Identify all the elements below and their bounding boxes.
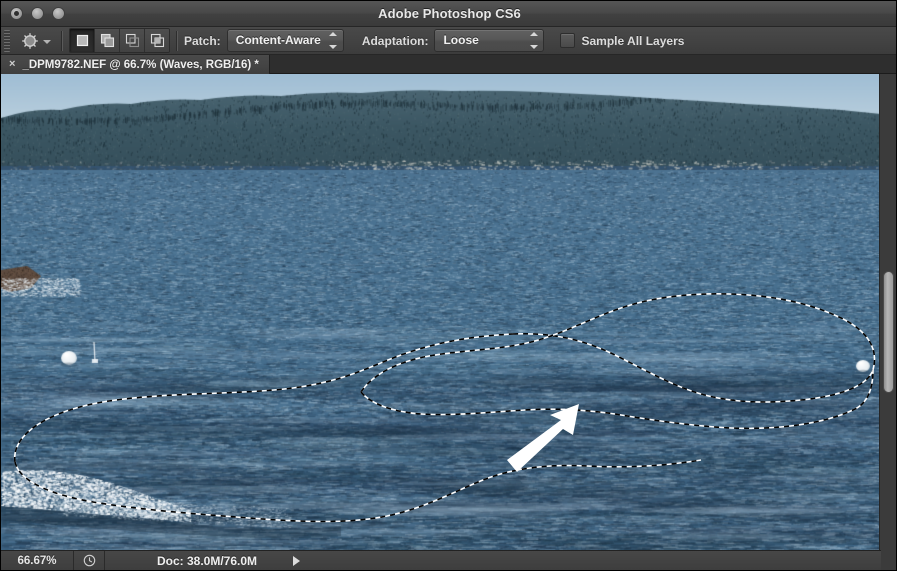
options-bar-grip[interactable] bbox=[4, 30, 10, 52]
tool-preset-picker[interactable] bbox=[14, 31, 55, 51]
document-tab-bar: × _DPM9782.NEF @ 66.7% (Waves, RGB/16) * bbox=[1, 55, 897, 74]
zoom-level-field[interactable]: 66.67% bbox=[1, 551, 74, 571]
stepper-icon bbox=[329, 32, 338, 49]
document-tab[interactable]: × _DPM9782.NEF @ 66.7% (Waves, RGB/16) * bbox=[1, 55, 270, 74]
adaptation-value: Loose bbox=[435, 30, 500, 51]
patch-label: Patch: bbox=[184, 34, 221, 48]
adaptation-select[interactable]: Loose bbox=[434, 29, 544, 52]
intersect-with-selection-button[interactable] bbox=[145, 29, 169, 52]
window-controls bbox=[10, 7, 65, 20]
vertical-scrollbar[interactable] bbox=[879, 74, 896, 552]
photo-seascape bbox=[1, 74, 881, 552]
options-divider-2 bbox=[176, 31, 178, 51]
vertical-scrollbar-thumb[interactable] bbox=[883, 271, 894, 393]
sample-all-layers-control[interactable]: Sample All Layers bbox=[560, 33, 684, 48]
subtract-from-selection-button[interactable] bbox=[120, 29, 145, 52]
patch-mode-select[interactable]: Content-Aware bbox=[227, 29, 344, 52]
options-bar: Patch: Content-Aware Adaptation: Loose S… bbox=[1, 27, 897, 55]
add-to-selection-button[interactable] bbox=[95, 29, 120, 52]
photoshop-window: Adobe Photoshop CS6 Patch: Content-Aware… bbox=[0, 0, 897, 571]
stepper-icon bbox=[529, 32, 538, 49]
window-titlebar: Adobe Photoshop CS6 bbox=[1, 1, 897, 27]
close-icon[interactable]: × bbox=[9, 59, 15, 70]
patch-tool-icon bbox=[20, 31, 40, 51]
patch-mode-value: Content-Aware bbox=[228, 30, 343, 51]
scrollbar-corner bbox=[879, 550, 896, 570]
adaptation-label: Adaptation: bbox=[362, 34, 429, 48]
play-triangle-icon[interactable] bbox=[293, 556, 300, 566]
sample-all-layers-label: Sample All Layers bbox=[581, 34, 684, 48]
chevron-down-icon[interactable] bbox=[43, 40, 51, 44]
close-button[interactable] bbox=[10, 7, 23, 20]
options-divider-1 bbox=[61, 31, 63, 51]
image-canvas[interactable] bbox=[1, 74, 881, 552]
minimize-button[interactable] bbox=[31, 7, 44, 20]
new-selection-button[interactable] bbox=[70, 29, 95, 52]
status-bar: 66.67% Doc: 38.0M/76.0M bbox=[1, 550, 881, 570]
document-size-info: Doc: 38.0M/76.0M bbox=[105, 554, 257, 568]
zoom-button[interactable] bbox=[52, 7, 65, 20]
window-title: Adobe Photoshop CS6 bbox=[1, 1, 897, 27]
document-tab-title: _DPM9782.NEF @ 66.7% (Waves, RGB/16) * bbox=[22, 59, 258, 71]
clock-icon[interactable] bbox=[74, 551, 105, 571]
selection-mode-group bbox=[69, 28, 170, 53]
sample-all-layers-checkbox[interactable] bbox=[560, 33, 575, 48]
